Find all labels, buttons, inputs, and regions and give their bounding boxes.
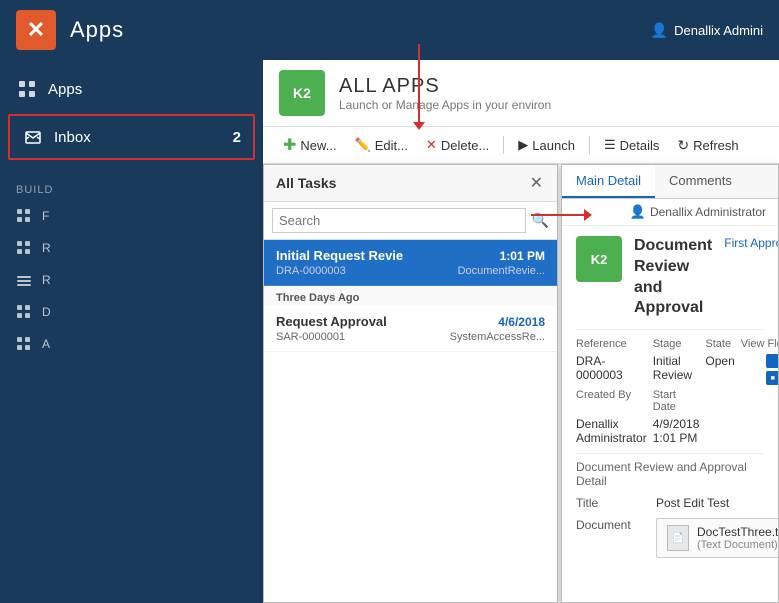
detail-panel: Main Detail Comments 👤 Denallix Administ… [561, 164, 779, 603]
user-info: 👤 Denallix Admini [651, 22, 763, 39]
title-label: Title [576, 496, 646, 510]
task-ref-1: DRA-0000003 [276, 265, 346, 277]
file-name: DocTestThree.txt [697, 525, 778, 539]
main-layout: Apps Inbox 2 BUILD F R R [0, 60, 779, 603]
title-value: Post Edit Test [656, 496, 729, 510]
doc-title: Document Review and Approval [634, 236, 712, 319]
task-name-2: Request Approval [276, 314, 387, 329]
doc-stage-label[interactable]: First Approval [724, 236, 778, 250]
flow-icon[interactable]: ■ ■ ■ [741, 354, 778, 385]
k2-logo: K2 [279, 70, 325, 116]
toolbar: ✚ New... ✏️ Edit... ✕ Delete... ▶ Launch… [263, 127, 779, 164]
detail-tabs: Main Detail Comments [562, 165, 778, 199]
tasks-search-bar: 🔍 [264, 202, 557, 240]
arrow-right-red [531, 214, 586, 216]
sidebar-inbox-label: Inbox [54, 129, 91, 146]
task-item-selected[interactable]: Initial Request Revie 1:01 PM DRA-000000… [264, 240, 557, 286]
delete-button[interactable]: ✕ Delete... [418, 133, 497, 157]
sidebar-item-b5[interactable]: A [0, 328, 263, 360]
tab-comments[interactable]: Comments [655, 165, 746, 198]
tasks-group-label: Three Days Ago [264, 286, 557, 306]
tasks-header: All Tasks ✕ [264, 165, 557, 202]
file-info: DocTestThree.txt (Text Document) [697, 525, 778, 551]
reference-label: Reference [576, 338, 647, 350]
file-icon: 📄 [667, 525, 689, 551]
tab-main-detail[interactable]: Main Detail [562, 165, 655, 198]
task-item-past[interactable]: Request Approval 4/6/2018 SAR-0000001 Sy… [264, 306, 557, 352]
document-label: Document [576, 518, 646, 532]
app-title: Apps [70, 17, 124, 43]
all-apps-title: ALL APPS [339, 75, 551, 98]
task-time-1: 1:01 PM [500, 249, 545, 263]
sidebar: Apps Inbox 2 BUILD F R R [0, 60, 263, 603]
tasks-close-button[interactable]: ✕ [528, 173, 545, 193]
main-content: K2 ALL APPS Launch or Manage Apps in you… [263, 60, 779, 603]
task-sub-1: DocumentRevie... [458, 265, 545, 277]
file-type: (Text Document) [697, 539, 778, 551]
detail-fields-grid: Reference Stage State View Flow DRA-0000… [576, 329, 764, 445]
refresh-button[interactable]: ↻ Refresh [669, 133, 746, 158]
user-icon: 👤 [651, 22, 668, 39]
state-label: State [705, 338, 734, 350]
view-flow-label: View Flow [741, 338, 778, 350]
sidebar-item-b3[interactable]: R [0, 264, 263, 296]
apps-icon [16, 78, 38, 100]
refresh-icon: ↻ [677, 137, 689, 154]
inbox-badge: 2 [233, 129, 241, 146]
logo-icon: ✕ [16, 10, 56, 50]
user-name: Denallix Admini [674, 23, 763, 38]
task-name-1: Initial Request Revie [276, 248, 403, 263]
created-by-value: Denallix Administrator [576, 417, 647, 445]
task-sub-2: SystemAccessRe... [450, 331, 545, 343]
all-apps-title-block: ALL APPS Launch or Manage Apps in your e… [339, 75, 551, 112]
new-icon: ✚ [283, 135, 296, 155]
sidebar-item-inbox[interactable]: Inbox 2 [8, 114, 255, 160]
delete-icon: ✕ [426, 137, 437, 153]
doc-file-box[interactable]: 📄 DocTestThree.txt (Text Document) [656, 518, 778, 558]
document-field-row: Document 📄 DocTestThree.txt (Text Docume… [576, 518, 764, 558]
all-apps-subtitle: Launch or Manage Apps in your environ [339, 98, 551, 112]
reference-value: DRA-0000003 [576, 354, 647, 385]
k2-logo-text: K2 [293, 85, 311, 101]
edit-icon: ✏️ [355, 137, 371, 153]
detail-body: K2 Document Review and Approval First Ap… [562, 226, 778, 602]
stage-value: Initial Review [653, 354, 700, 385]
detail-user-name: Denallix Administrator [650, 205, 766, 219]
search-input[interactable] [272, 208, 526, 233]
edit-button[interactable]: ✏️ Edit... [347, 133, 416, 157]
created-by-label: Created By [576, 389, 647, 413]
start-date-label: Start Date [653, 389, 700, 413]
all-apps-header: K2 ALL APPS Launch or Manage Apps in you… [263, 60, 779, 127]
launch-icon: ▶ [518, 137, 528, 153]
state-value: Open [705, 354, 734, 385]
detail-user-row: 👤 Denallix Administrator [562, 199, 778, 226]
tasks-panel: All Tasks ✕ 🔍 Initial Request Revie 1:01… [263, 164, 558, 603]
inbox-icon [22, 126, 44, 148]
detail-section-title: Document Review and Approval Detail [576, 453, 764, 488]
sidebar-item-b1[interactable]: F [0, 200, 263, 232]
start-date-value: 4/9/2018 1:01 PM [653, 417, 700, 445]
logo-x-icon: ✕ [27, 17, 45, 43]
sidebar-item-apps[interactable]: Apps [0, 68, 263, 110]
overlay-area: All Tasks ✕ 🔍 Initial Request Revie 1:01… [263, 164, 779, 603]
task-ref-2: SAR-0000001 [276, 331, 345, 343]
sidebar-apps-label: Apps [48, 81, 82, 98]
app-header: ✕ Apps 👤 Denallix Admini [0, 0, 779, 60]
sidebar-section-build: BUILD [0, 180, 263, 200]
details-icon: ☰ [604, 137, 616, 153]
sidebar-item-b4[interactable]: D [0, 296, 263, 328]
new-button[interactable]: ✚ New... [275, 131, 345, 159]
arrow-down-red [418, 44, 420, 124]
title-field-row: Title Post Edit Test [576, 496, 764, 510]
stage-label: Stage [653, 338, 700, 350]
launch-button[interactable]: ▶ Launch [510, 133, 583, 157]
details-button[interactable]: ☰ Details [596, 133, 667, 157]
doc-k2-icon: K2 [576, 236, 622, 282]
task-time-2: 4/6/2018 [498, 315, 545, 329]
sidebar-item-b2[interactable]: R [0, 232, 263, 264]
user-detail-icon: 👤 [630, 204, 646, 220]
tasks-title: All Tasks [276, 175, 336, 191]
